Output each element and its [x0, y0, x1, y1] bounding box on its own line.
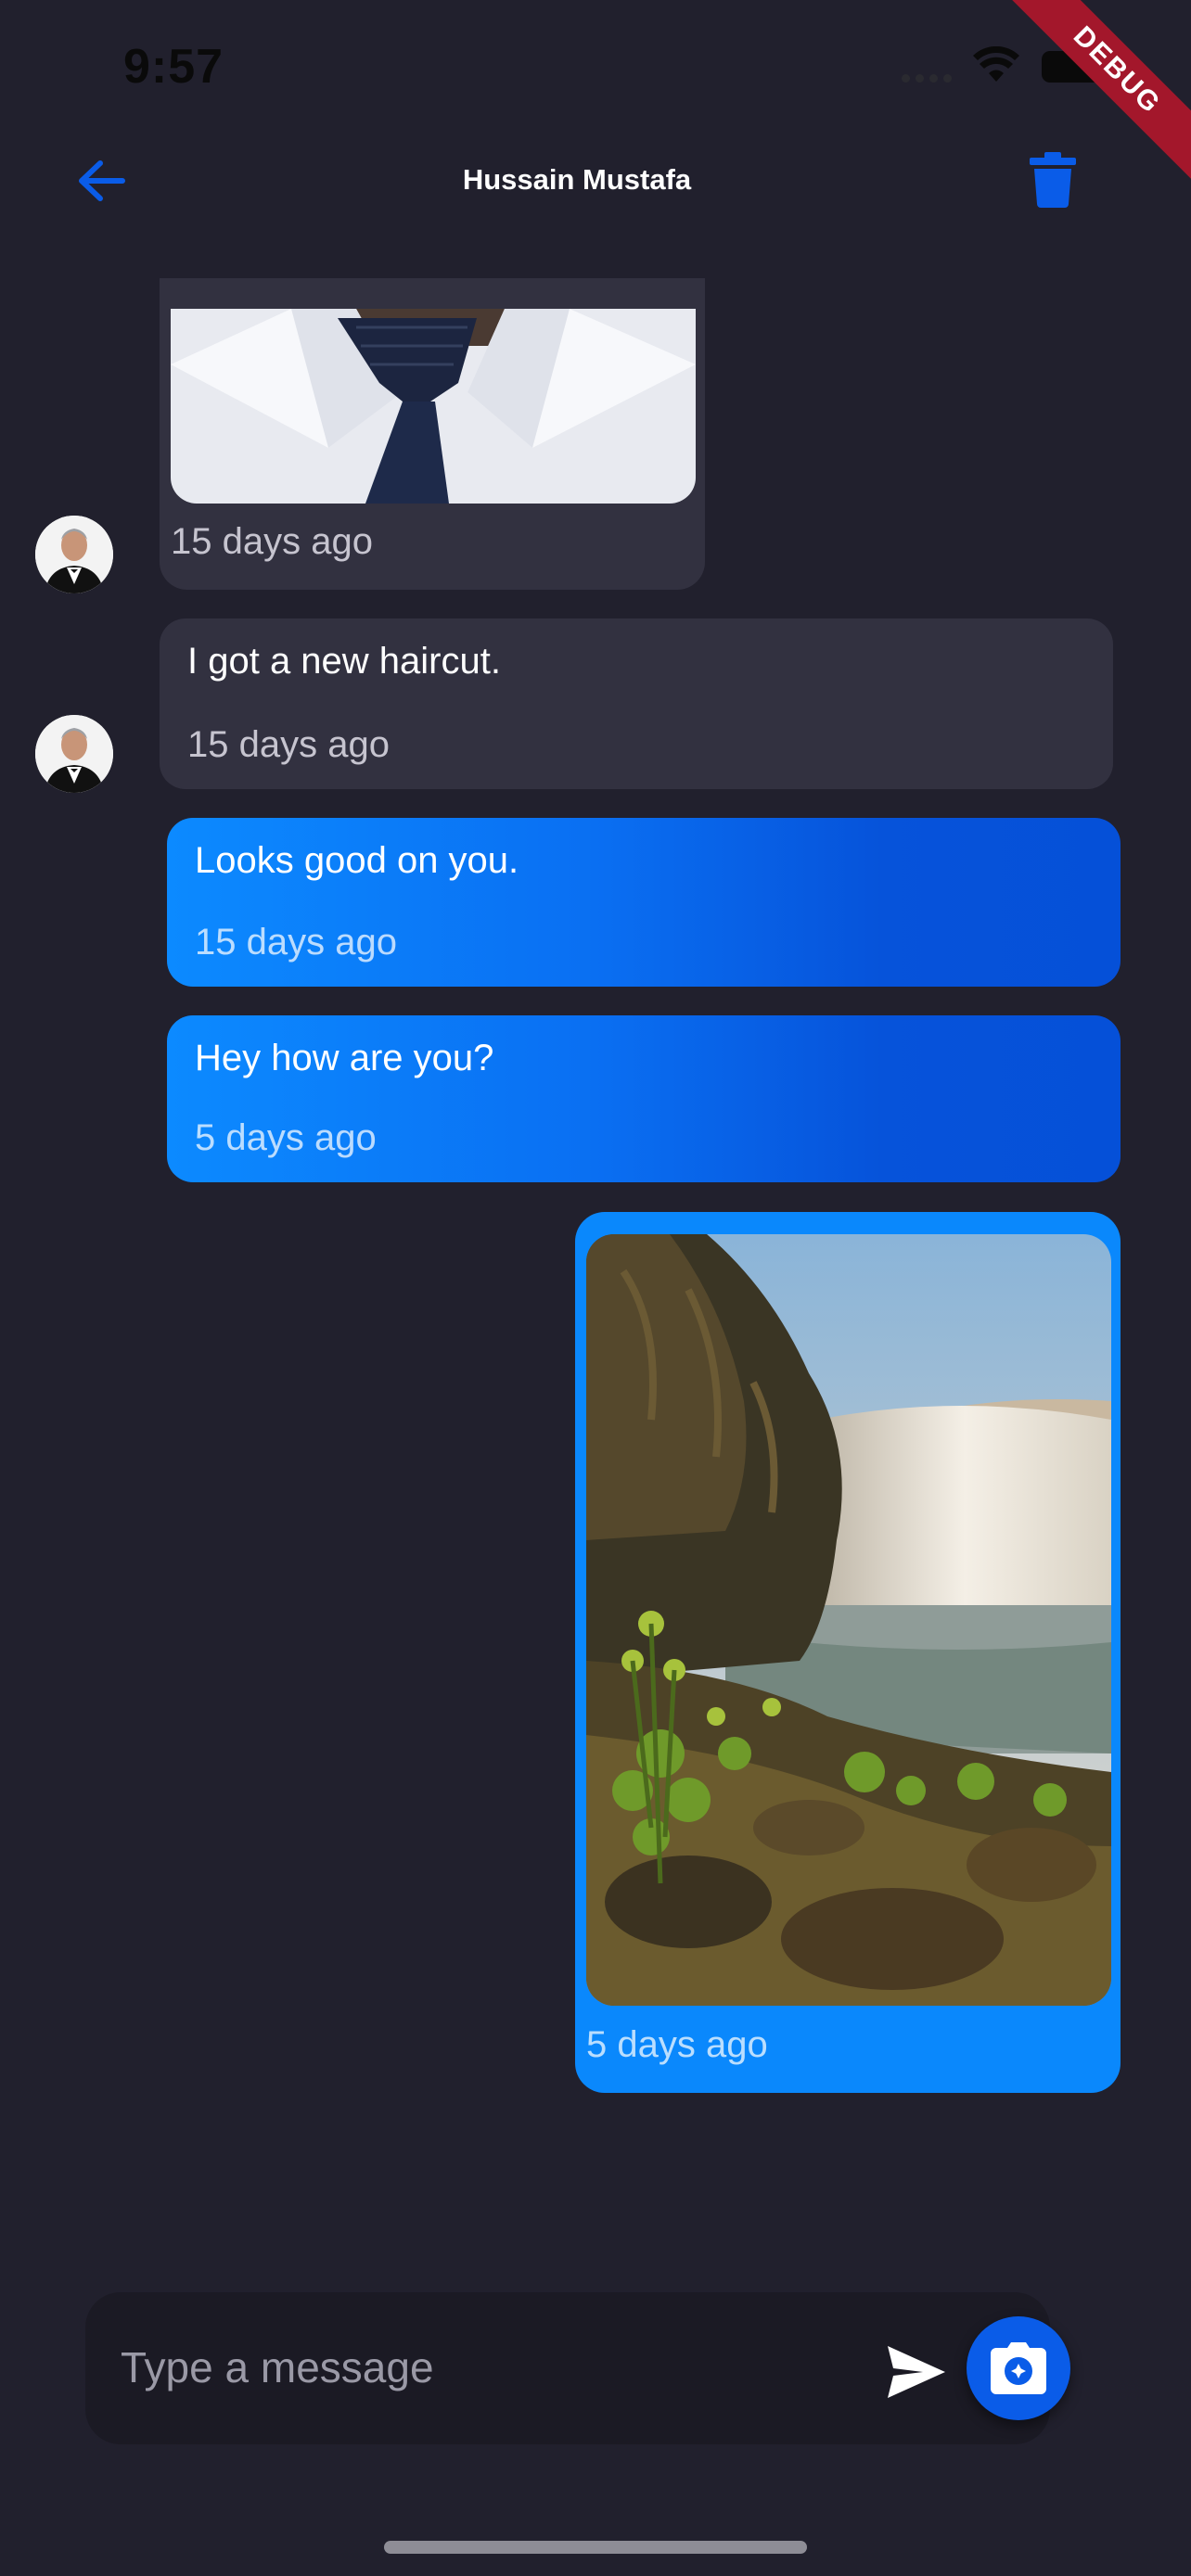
message-timestamp: 5 days ago: [195, 1117, 377, 1158]
message-bubble-outgoing[interactable]: Hey how are you? 5 days ago: [167, 1015, 1121, 1182]
message-text: Looks good on you.: [195, 840, 519, 881]
message-image[interactable]: [586, 1234, 1111, 2006]
contact-avatar[interactable]: [35, 516, 113, 593]
camera-icon: [991, 2342, 1046, 2394]
message-timestamp: 15 days ago: [187, 724, 390, 765]
contact-avatar[interactable]: [35, 715, 113, 793]
camera-button[interactable]: [967, 2316, 1070, 2420]
message-bubble-incoming[interactable]: I got a new haircut. 15 days ago: [160, 618, 1113, 789]
message-bubble-incoming-image[interactable]: 15 days ago: [160, 278, 705, 590]
message-timestamp: 5 days ago: [586, 2024, 768, 2065]
message-timestamp: 15 days ago: [171, 521, 373, 562]
waterfall-photo: [586, 1234, 1111, 2006]
message-image[interactable]: [171, 309, 696, 504]
message-input[interactable]: [119, 2339, 864, 2396]
message-timestamp: 15 days ago: [195, 922, 397, 963]
home-indicator[interactable]: [384, 2541, 807, 2554]
trash-icon[interactable]: [1030, 152, 1076, 208]
message-bubble-outgoing-image[interactable]: 5 days ago: [575, 1212, 1121, 2093]
status-time: 9:57: [123, 40, 224, 94]
cellular-signal-icon: [902, 74, 952, 83]
chat-title: Hussain Mustafa: [462, 163, 692, 196]
message-text: Hey how are you?: [195, 1038, 494, 1078]
send-icon[interactable]: [886, 2344, 947, 2400]
wifi-icon: [973, 46, 1019, 82]
message-text: I got a new haircut.: [187, 641, 501, 682]
message-bubble-outgoing[interactable]: Looks good on you. 15 days ago: [167, 818, 1121, 987]
shirt-tie-photo: [171, 309, 696, 504]
